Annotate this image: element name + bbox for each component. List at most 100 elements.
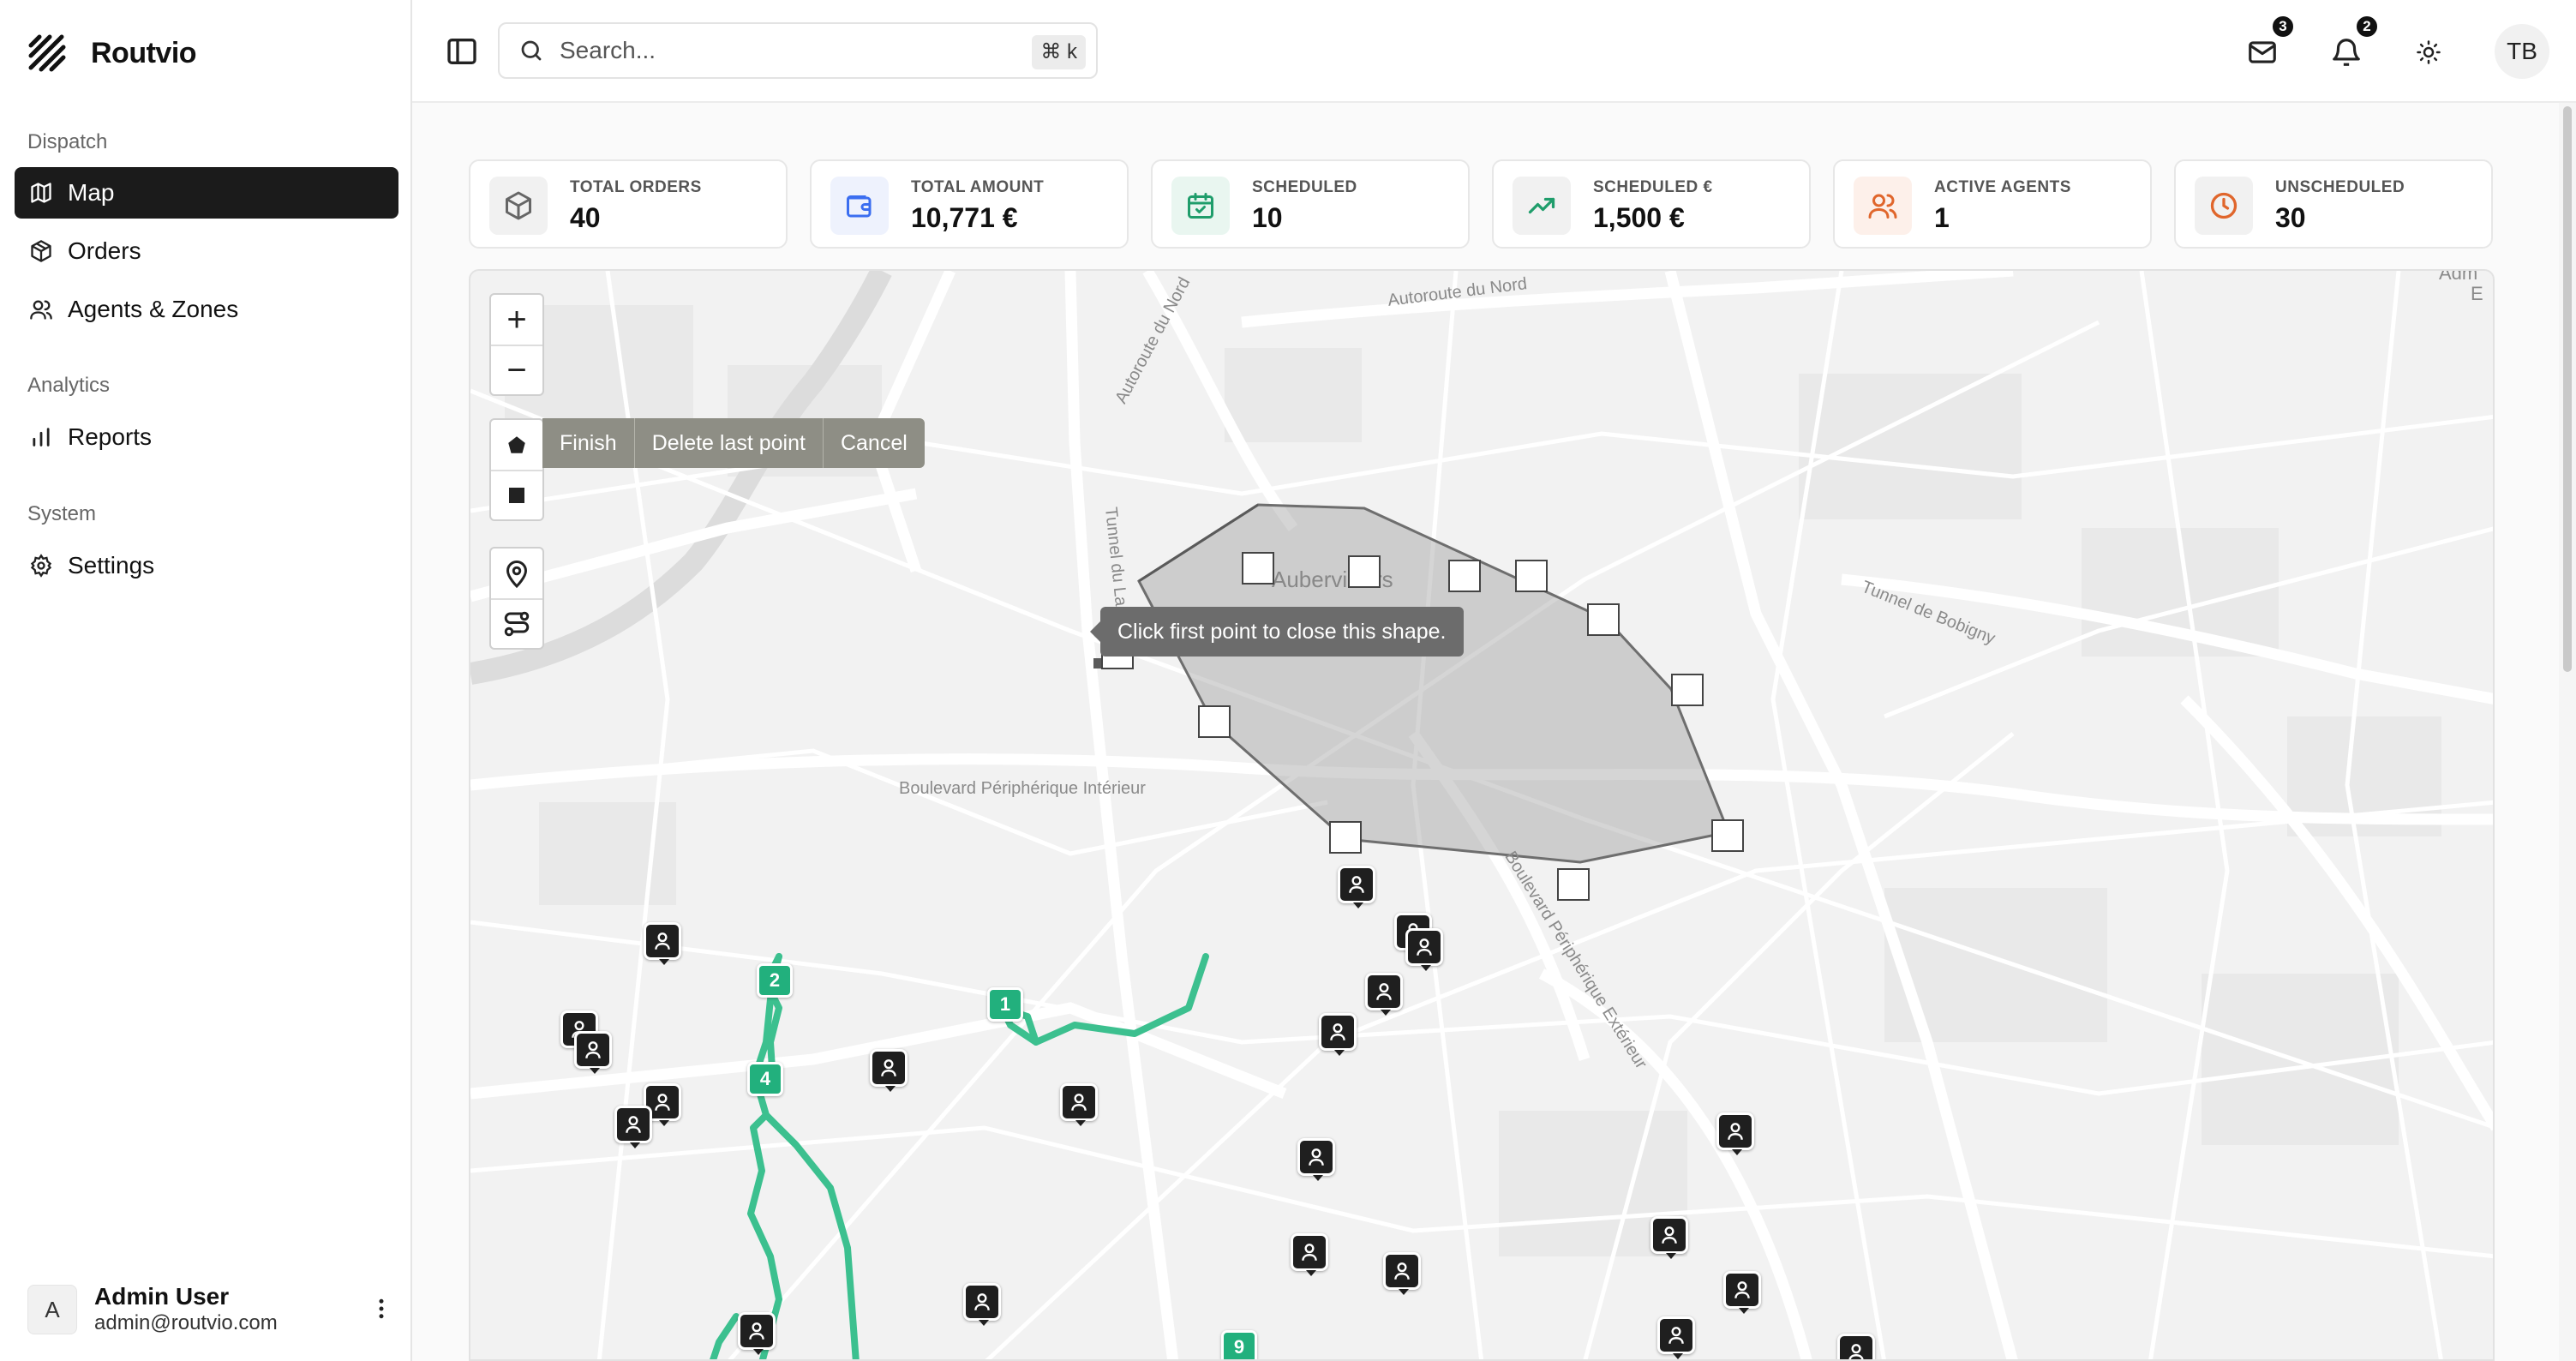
sidebar-item-agents-zones[interactable]: Agents & Zones <box>15 284 398 335</box>
sidebar-item-label: Settings <box>68 552 155 579</box>
route-stop-marker[interactable]: 4 <box>747 1062 783 1096</box>
route-button[interactable] <box>491 598 542 648</box>
user-icon <box>974 1293 990 1310</box>
polygon-icon <box>508 436 525 453</box>
user-icon <box>749 1322 764 1340</box>
trending-up-icon <box>1513 177 1571 235</box>
nav-section-system: System <box>27 502 97 525</box>
agent-marker[interactable] <box>738 1312 776 1355</box>
route-stop-marker[interactable]: 1 <box>987 987 1023 1022</box>
stat-card-unscheduled: UNSCHEDULED 30 <box>2174 159 2493 249</box>
stat-card-scheduled-amount: SCHEDULED € 1,500 € <box>1492 159 1811 249</box>
mail-icon <box>2249 41 2276 63</box>
agent-marker[interactable] <box>574 1031 612 1074</box>
zone-vertex[interactable] <box>1711 819 1744 852</box>
agent-marker[interactable] <box>1291 1233 1328 1276</box>
stat-card-total-orders: TOTAL ORDERS 40 <box>469 159 788 249</box>
mail-button[interactable]: 3 <box>2243 14 2296 72</box>
user-icon <box>1330 1023 1345 1040</box>
wallet-icon <box>830 177 889 235</box>
stat-value: 30 <box>2275 202 2306 233</box>
user-profile[interactable]: A Admin User admin@routvio.com <box>27 1282 387 1337</box>
sun-icon <box>2417 40 2441 64</box>
agent-marker[interactable] <box>1716 1112 1754 1155</box>
zone-vertex[interactable] <box>1348 555 1381 588</box>
agent-marker[interactable] <box>963 1283 1001 1326</box>
brand[interactable]: Routvio <box>27 33 197 74</box>
sidebar-item-map[interactable]: Map <box>15 167 398 219</box>
stat-value: 40 <box>570 202 601 233</box>
agent-marker[interactable] <box>1338 866 1375 908</box>
agent-marker[interactable] <box>1837 1334 1875 1359</box>
agent-marker[interactable] <box>1657 1316 1695 1359</box>
scrollbar-thumb[interactable] <box>2563 106 2572 672</box>
draw-actions-bar: Finish Delete last point Cancel <box>542 418 925 468</box>
zone-vertex[interactable] <box>1329 821 1362 854</box>
agent-marker[interactable] <box>870 1049 908 1092</box>
zoom-out-button[interactable]: − <box>491 345 542 394</box>
more-vertical-icon[interactable] <box>368 1296 394 1322</box>
user-icon <box>1394 1262 1410 1280</box>
routvio-logo-icon <box>28 34 66 72</box>
header-avatar[interactable]: TB <box>2495 24 2549 79</box>
agent-marker[interactable] <box>1365 973 1403 1016</box>
agent-marker[interactable] <box>1405 928 1443 971</box>
map-label-corner: E <box>2471 283 2483 304</box>
user-icon <box>1662 1226 1677 1244</box>
draw-rectangle-button[interactable] <box>491 470 542 519</box>
user-name: Admin User <box>94 1283 230 1310</box>
route-stop-marker[interactable]: 9 <box>1221 1330 1257 1359</box>
route-stop-marker[interactable]: 2 <box>757 963 793 998</box>
zone-vertex[interactable] <box>1587 603 1620 636</box>
sidebar-item-label: Orders <box>68 237 141 264</box>
agent-marker[interactable] <box>614 1106 652 1148</box>
draw-polygon-button[interactable] <box>491 420 542 470</box>
user-icon <box>1668 1327 1684 1344</box>
map-canvas[interactable]: Autoroute du Nord Autoroute du Nord Tunn… <box>469 269 2495 1361</box>
sidebar-toggle-icon[interactable] <box>445 34 479 69</box>
zone-vertex[interactable] <box>1515 560 1548 592</box>
agent-marker[interactable] <box>1723 1271 1761 1314</box>
clock-icon <box>2195 177 2253 235</box>
agent-marker[interactable] <box>1297 1138 1335 1181</box>
agent-marker[interactable] <box>1319 1013 1357 1056</box>
sidebar-item-orders[interactable]: Orders <box>15 225 398 277</box>
square-icon <box>509 488 524 503</box>
delete-last-point-button[interactable]: Delete last point <box>635 418 824 468</box>
sidebar-item-reports[interactable]: Reports <box>15 411 398 463</box>
calendar-check-icon <box>1171 177 1230 235</box>
agent-marker[interactable] <box>644 922 681 965</box>
map-label-road: Boulevard Périphérique Intérieur <box>899 779 1146 798</box>
place-marker-button[interactable] <box>491 549 542 598</box>
map-pin-icon <box>506 561 528 589</box>
route-icon <box>504 611 530 637</box>
theme-toggle-button[interactable] <box>2409 33 2448 72</box>
zone-vertex[interactable] <box>1671 674 1704 706</box>
user-icon <box>1349 876 1364 893</box>
user-icon <box>585 1041 601 1058</box>
agent-marker[interactable] <box>1383 1252 1421 1295</box>
search-bar[interactable]: ⌘ k <box>498 22 1098 79</box>
zoom-in-button[interactable]: + <box>491 295 542 345</box>
zone-vertex[interactable] <box>1242 552 1274 585</box>
package-icon <box>28 238 54 264</box>
user-icon <box>626 1116 641 1133</box>
page-scrollbar[interactable] <box>2559 103 2576 1361</box>
finish-button[interactable]: Finish <box>542 418 635 468</box>
stat-value: 10,771 € <box>911 202 1018 233</box>
zone-vertex[interactable] <box>1198 705 1231 738</box>
stat-value: 1,500 € <box>1593 202 1685 233</box>
stat-label: UNSCHEDULED <box>2275 178 2405 196</box>
agent-marker[interactable] <box>1650 1216 1688 1259</box>
stat-card-active-agents: ACTIVE AGENTS 1 <box>1833 159 2152 249</box>
search-input[interactable] <box>560 37 1039 64</box>
sidebar-item-settings[interactable]: Settings <box>15 540 398 591</box>
zone-vertex[interactable] <box>1448 560 1481 592</box>
search-icon <box>521 40 542 61</box>
notifications-button[interactable]: 2 <box>2327 14 2380 72</box>
agent-marker[interactable] <box>1060 1083 1098 1126</box>
cancel-button[interactable]: Cancel <box>824 418 925 468</box>
user-icon <box>1417 938 1432 956</box>
zone-vertex[interactable] <box>1557 868 1590 901</box>
stat-value: 10 <box>1252 202 1283 233</box>
